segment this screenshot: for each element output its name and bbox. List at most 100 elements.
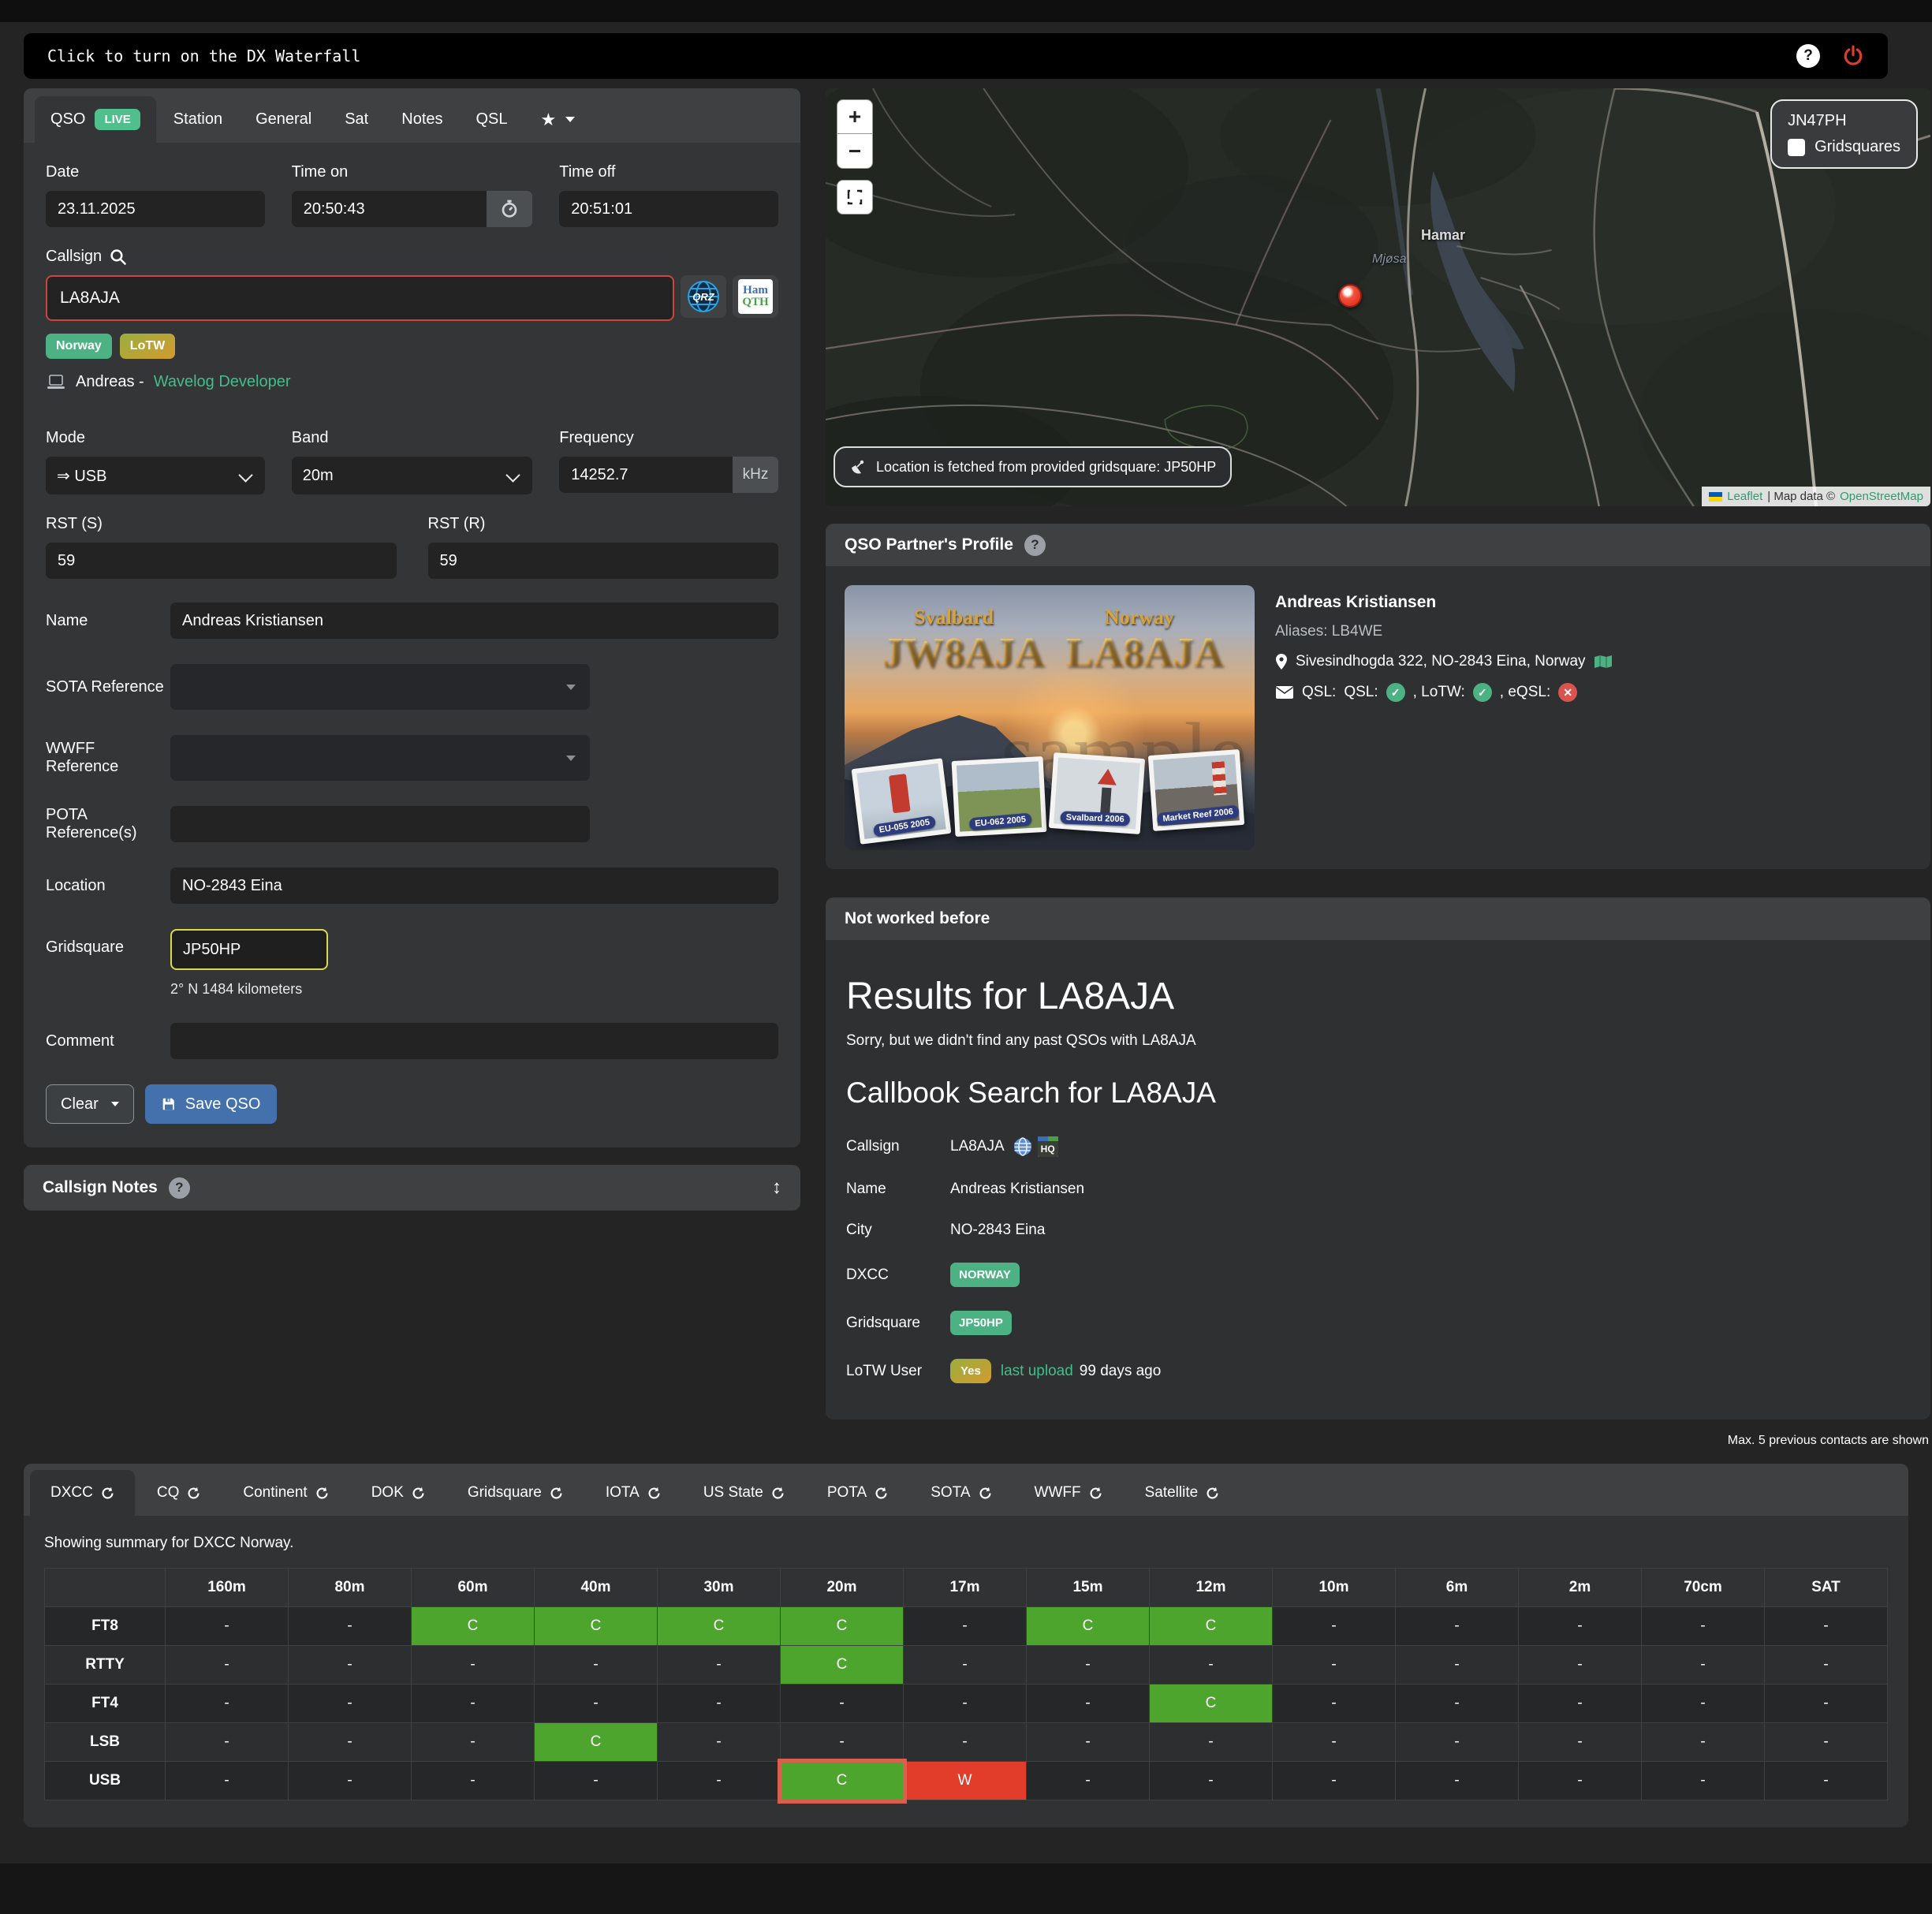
map-link-icon[interactable] [1594,655,1613,669]
hamqth-lookup-button[interactable]: HamQTH [733,275,778,318]
band-select[interactable]: 20m [292,457,533,494]
summary-cell-LSB-40m: C [535,1723,658,1762]
time-on-input[interactable] [292,191,487,227]
tab-notes[interactable]: Notes [386,96,458,143]
tab-qsl[interactable]: QSL [461,96,524,143]
openstreetmap-link[interactable]: OpenStreetMap [1840,490,1923,503]
summary-cell-LSB-2m: - [1519,1723,1642,1762]
operator-profile-link[interactable]: Wavelog Developer [154,373,291,391]
callbook-city-value: NO-2843 Eina [950,1222,1045,1239]
time-off-label: Time off [559,163,778,181]
save-qso-button[interactable]: Save QSO [145,1084,278,1124]
envelope-icon [1275,685,1294,700]
summary-cell-USB-60m: - [412,1762,535,1800]
dx-waterfall-message[interactable]: Click to turn on the DX Waterfall [47,47,360,65]
band-header-17m: 17m [904,1569,1027,1607]
summary-cell-RTTY-2m: - [1519,1646,1642,1685]
band-summary-card: DXCCCQContinentDOKGridsquareIOTAUS State… [24,1464,1908,1827]
frequency-input[interactable] [559,457,733,493]
summary-cell-RTTY-40m: - [535,1646,658,1685]
summary-tab-continent[interactable]: Continent [222,1470,349,1516]
help-icon[interactable]: ? [1024,535,1046,556]
partner-address: Sivesindhogda 322, NO-2843 Eina, Norway [1296,653,1586,670]
svg-text:QRZ: QRZ [692,291,715,303]
summary-cell-FT8-10m: - [1273,1607,1396,1646]
qrz-lookup-button[interactable]: QRZ [681,275,726,318]
qrz-globe-icon[interactable] [1013,1136,1033,1157]
summary-tab-satellite[interactable]: Satellite [1125,1470,1240,1516]
gridsquares-checkbox[interactable] [1788,139,1805,156]
sota-select[interactable] [170,664,590,710]
wwff-select[interactable] [170,735,590,781]
band-header-70cm: 70cm [1642,1569,1765,1607]
leaflet-map[interactable]: Hamar Mjøsa Buskerud + − JN47PH Gridsqua… [826,88,1930,506]
stopwatch-button[interactable] [487,191,532,227]
mode-label-FT8: FT8 [45,1607,166,1646]
pota-input[interactable] [170,806,590,842]
date-input[interactable] [46,191,265,227]
mode-select[interactable]: ⇒ USB [46,457,265,494]
callbook-grid-label: Gridsquare [846,1315,950,1332]
map-terrain [826,88,1930,506]
callsign-input[interactable] [46,275,674,321]
gridsquare-input[interactable] [170,929,328,970]
leaflet-link[interactable]: Leaflet [1727,490,1762,503]
comment-input[interactable] [170,1023,778,1059]
time-off-input[interactable] [559,191,778,227]
refresh-icon [315,1487,329,1500]
rst-r-input[interactable] [428,543,779,579]
tab-qso[interactable]: QSO LIVE [35,96,156,143]
summary-tab-dok[interactable]: DOK [351,1470,446,1516]
name-input[interactable] [170,603,778,639]
refresh-icon [647,1487,661,1500]
summary-tab-sota[interactable]: SOTA [910,1470,1012,1516]
tab-favorites-dropdown[interactable] [525,96,591,143]
summary-cell-LSB-60m: - [412,1723,535,1762]
chevron-down-icon [111,1102,119,1106]
summary-tab-wwff[interactable]: WWFF [1014,1470,1123,1516]
refresh-icon [979,1487,992,1500]
summary-cell-RTTY-17m: - [904,1646,1027,1685]
summary-cell-LSB-6m: - [1396,1723,1519,1762]
hamqth-hq-icon[interactable]: HQ [1038,1136,1058,1157]
band-mode-summary-table: 160m80m60m40m30m20m17m15m12m10m6m2m70cmS… [44,1568,1888,1800]
summary-tab-dxcc[interactable]: DXCC [30,1470,135,1516]
dx-waterfall-bar[interactable]: Click to turn on the DX Waterfall ? [24,33,1888,79]
rst-s-input[interactable] [46,543,397,579]
summary-cell-FT4-70cm: - [1642,1685,1765,1723]
power-icon[interactable] [1842,45,1864,67]
summary-tab-iota[interactable]: IOTA [585,1470,681,1516]
band-header-60m: 60m [412,1569,535,1607]
help-icon[interactable]: ? [1796,44,1820,68]
tab-station[interactable]: Station [158,96,238,143]
summary-cell-FT8-70cm: - [1642,1607,1765,1646]
map-fullscreen-button[interactable] [837,180,873,215]
results-empty-message: Sorry, but we didn't find any past QSOs … [846,1032,1910,1050]
summary-cell-FT8-60m: C [412,1607,535,1646]
map-marker[interactable] [1338,284,1362,308]
summary-cell-USB-70cm: - [1642,1762,1765,1800]
summary-tab-pota[interactable]: POTA [807,1470,908,1516]
gridsquares-checkbox-label: Gridsquares [1815,138,1900,156]
summary-tab-us-state[interactable]: US State [683,1470,805,1516]
gridsquare-distance: 2° N 1484 kilometers [170,981,778,998]
band-header-2m: 2m [1519,1569,1642,1607]
summary-tab-cq[interactable]: CQ [136,1470,222,1516]
map-location-tooltip: Location is fetched from provided gridsq… [834,446,1232,487]
summary-cell-USB-40m: - [535,1762,658,1800]
map-zoom-out-button[interactable]: − [837,134,873,169]
tab-general[interactable]: General [240,96,327,143]
callsign-notes-bar[interactable]: Callsign Notes ? [24,1165,800,1211]
expand-collapse-icon[interactable] [772,1177,781,1199]
qsl-confirmed-icon: ✓ [1386,683,1405,702]
rst-s-label: RST (S) [46,515,397,533]
map-zoom-in-button[interactable]: + [837,99,873,134]
clear-button[interactable]: Clear [46,1084,134,1124]
location-input[interactable] [170,867,778,904]
summary-tab-gridsquare[interactable]: Gridsquare [447,1470,584,1516]
help-icon[interactable]: ? [169,1177,190,1199]
callbook-lotw-label: LoTW User [846,1363,950,1380]
last-upload-link[interactable]: last upload [1001,1363,1073,1380]
tab-sat[interactable]: Sat [329,96,384,143]
refresh-icon [412,1487,425,1500]
